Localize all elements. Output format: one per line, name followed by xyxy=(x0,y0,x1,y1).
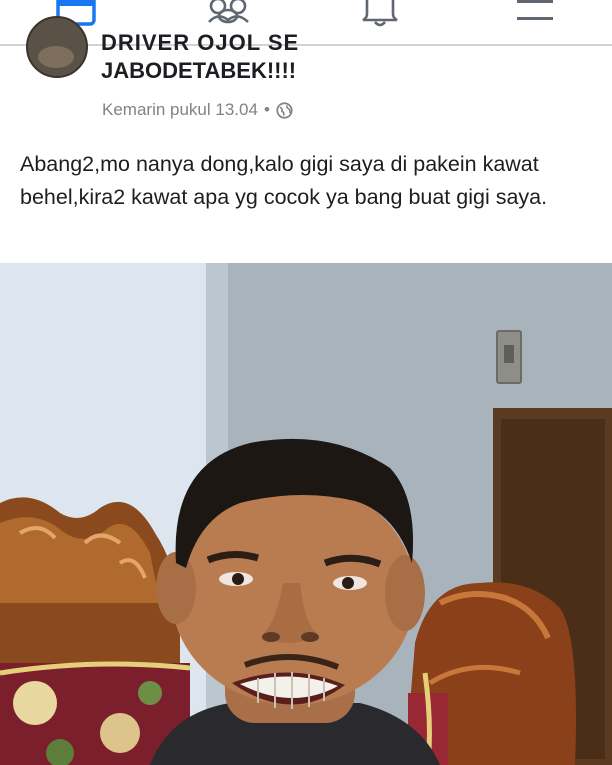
selfie-photo-illustration xyxy=(0,263,612,765)
notifications-tab[interactable] xyxy=(355,0,405,28)
group-name[interactable]: JABODETABEK!!!! xyxy=(101,58,296,84)
friends-tab[interactable] xyxy=(204,0,254,28)
post-photo[interactable] xyxy=(0,263,612,765)
post-timestamp[interactable]: Kemarin pukul 13.04 xyxy=(102,100,258,120)
group-name-line-1[interactable]: DRIVER OJOL SE xyxy=(101,30,401,52)
bell-icon xyxy=(362,0,398,27)
hamburger-menu-icon xyxy=(517,0,553,20)
globe-icon xyxy=(276,101,293,119)
meta-separator: • xyxy=(263,100,270,119)
post-header: DRIVER OJOL SE JABODETABEK!!!! Kemarin p… xyxy=(0,16,612,131)
post-meta: Kemarin pukul 13.04 • xyxy=(102,100,293,120)
menu-tab[interactable] xyxy=(509,0,559,28)
friends-icon xyxy=(208,0,249,24)
group-avatar[interactable] xyxy=(26,16,88,78)
post-text: Abang2,mo nanya dong,kalo gigi saya di p… xyxy=(20,152,548,209)
